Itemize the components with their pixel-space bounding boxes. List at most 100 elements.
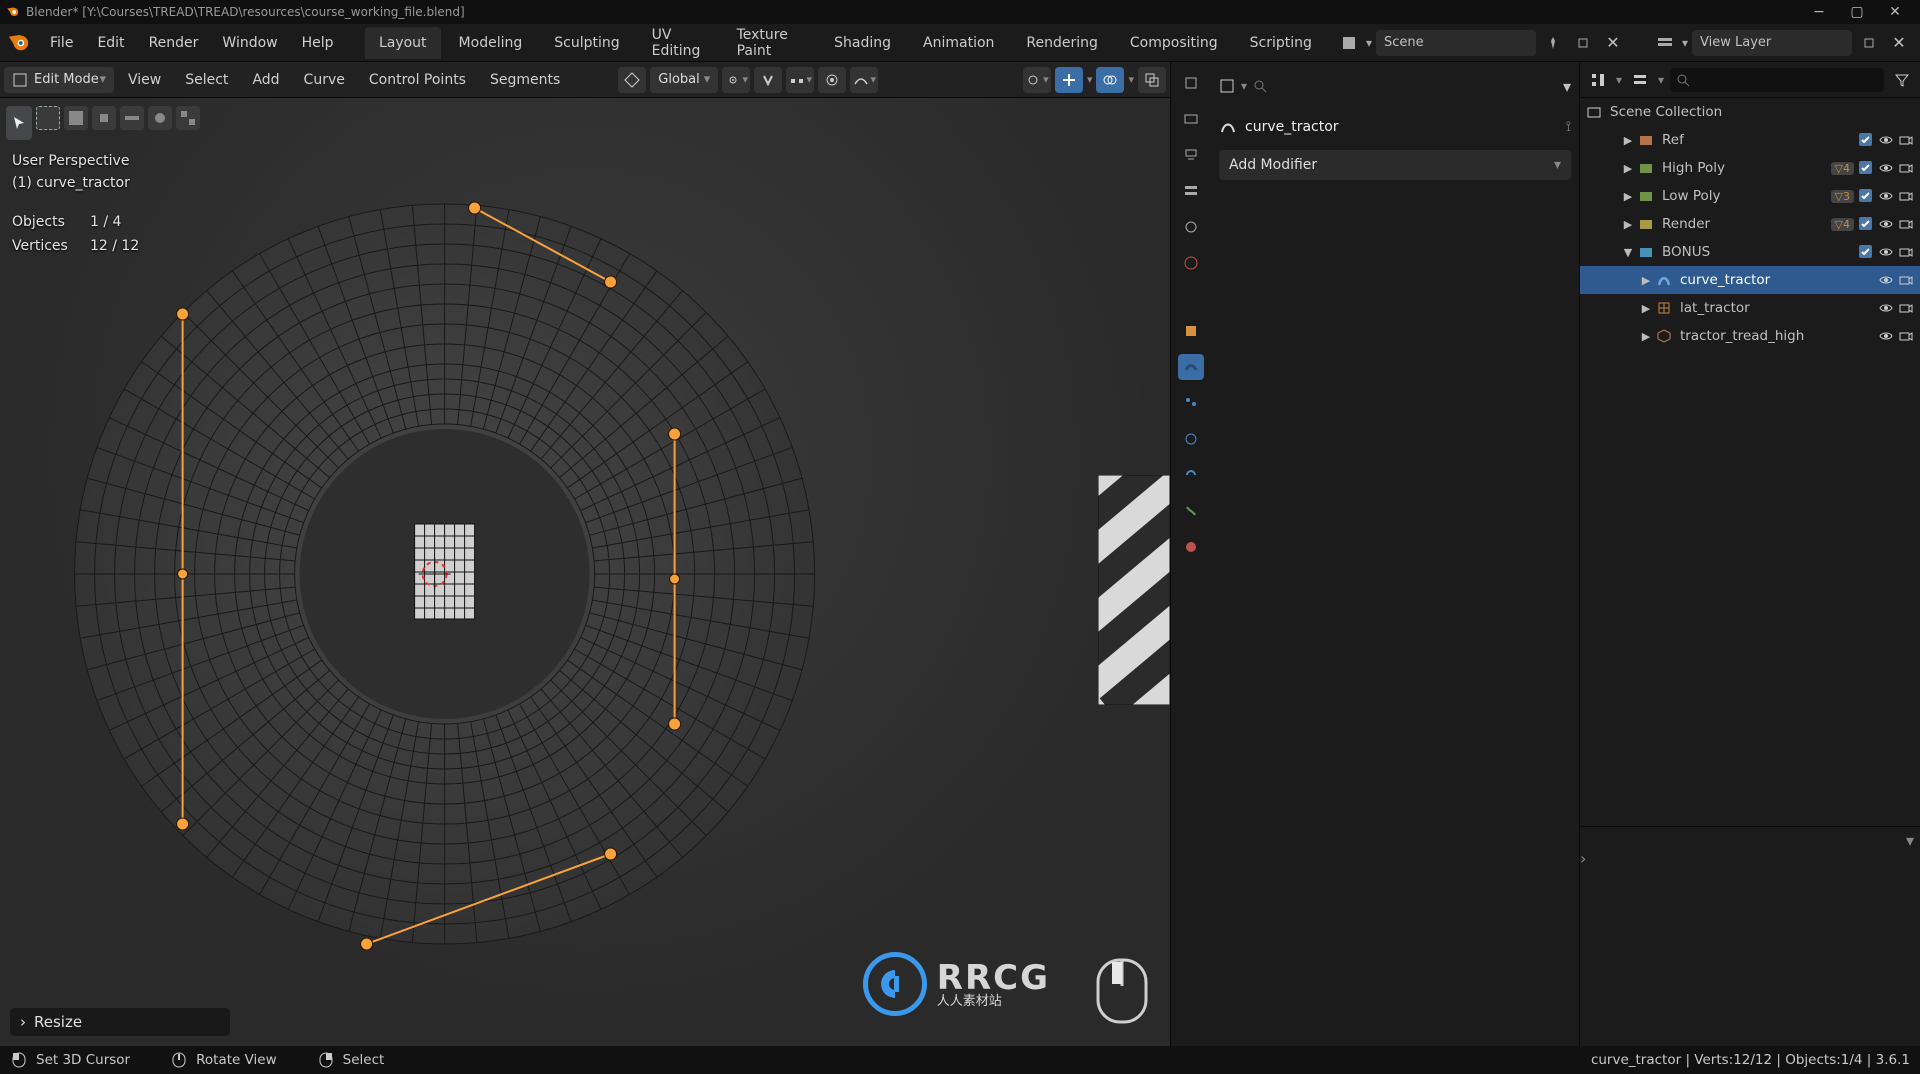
- prop-tab-physics-icon[interactable]: [1178, 426, 1204, 452]
- prop-tab-material-icon[interactable]: [1178, 534, 1204, 560]
- window-minimize-button[interactable]: −: [1800, 0, 1838, 24]
- viewlayer-name-field[interactable]: View Layer: [1692, 30, 1852, 56]
- scene-new-icon[interactable]: [1570, 30, 1596, 56]
- workspace-tab-modeling[interactable]: Modeling: [445, 27, 537, 59]
- visibility-eye-icon[interactable]: [1878, 216, 1894, 232]
- outliner-item-lat_tractor[interactable]: ▶ lat_tractor: [1580, 294, 1920, 322]
- workspace-tab-texture-paint[interactable]: Texture Paint: [723, 27, 817, 59]
- menu-edit[interactable]: Edit: [85, 24, 136, 62]
- transform-orientation-dropdown[interactable]: Global▾: [650, 67, 718, 93]
- workspace-tab-layout[interactable]: Layout: [365, 27, 441, 59]
- prop-tab-output-icon[interactable]: [1178, 142, 1204, 168]
- prop-tab-viewlayer-icon[interactable]: [1178, 178, 1204, 204]
- prop-tab-object-icon[interactable]: [1178, 318, 1204, 344]
- render-visibility-icon[interactable]: [1898, 244, 1914, 260]
- last-operator-panel[interactable]: › Resize: [10, 1008, 230, 1036]
- workspace-tab-scripting[interactable]: Scripting: [1236, 27, 1326, 59]
- scene-name-field[interactable]: Scene: [1376, 30, 1536, 56]
- prop-tab-modifier-icon[interactable]: [1178, 354, 1204, 380]
- visibility-eye-icon[interactable]: [1878, 300, 1894, 316]
- select-mode-2-icon[interactable]: [92, 106, 116, 130]
- outliner-display-mode-icon[interactable]: [1628, 68, 1652, 92]
- workspace-tab-shading[interactable]: Shading: [820, 27, 905, 59]
- outliner-item-tractor_tread_high[interactable]: ▶ tractor_tread_high: [1580, 322, 1920, 350]
- disclosure-icon[interactable]: ▶: [1640, 274, 1652, 287]
- proportional-edit-icon[interactable]: [818, 67, 846, 93]
- prop-tab-particles-icon[interactable]: [1178, 390, 1204, 416]
- disclosure-icon[interactable]: ▼: [1622, 246, 1634, 259]
- disclosure-icon[interactable]: ▶: [1640, 302, 1652, 315]
- scene-pin-icon[interactable]: [1540, 30, 1566, 56]
- prop-tab-data-icon[interactable]: [1178, 498, 1204, 524]
- render-visibility-icon[interactable]: [1898, 272, 1914, 288]
- menu-file[interactable]: File: [38, 24, 85, 62]
- xray-toggle-icon[interactable]: [1138, 67, 1166, 93]
- pivot-dropdown-icon[interactable]: ▾: [722, 67, 750, 93]
- outliner-filter-icon[interactable]: [1890, 68, 1914, 92]
- select-tool-icon[interactable]: [36, 106, 60, 130]
- expand-handle-icon[interactable]: ›: [1580, 849, 1586, 868]
- render-visibility-icon[interactable]: [1898, 132, 1914, 148]
- viewport-menu-segments[interactable]: Segments: [480, 62, 570, 98]
- viewport-menu-view[interactable]: View: [118, 62, 171, 98]
- tool-cursor[interactable]: [6, 106, 32, 140]
- scene-browse-icon[interactable]: [1336, 30, 1362, 56]
- prop-tab-tool-icon[interactable]: [1178, 70, 1204, 96]
- render-visibility-icon[interactable]: [1898, 328, 1914, 344]
- proportional-falloff-icon[interactable]: ▾: [850, 67, 878, 93]
- prop-tab-scene-icon[interactable]: [1178, 214, 1204, 240]
- prop-tab-render-icon[interactable]: [1178, 106, 1204, 132]
- snap-toggle-icon[interactable]: [754, 67, 782, 93]
- viewport-menu-add[interactable]: Add: [242, 62, 289, 98]
- outliner-tree[interactable]: Scene Collection ▶ Ref ▶ High Poly ▽4: [1580, 98, 1920, 826]
- render-visibility-icon[interactable]: [1898, 300, 1914, 316]
- viewlayer-browse-icon[interactable]: [1652, 30, 1678, 56]
- mode-dropdown[interactable]: Edit Mode ▾: [4, 67, 114, 93]
- snap-type-icon[interactable]: ▾: [786, 67, 814, 93]
- viewlayer-delete-icon[interactable]: ✕: [1886, 30, 1912, 56]
- menu-render[interactable]: Render: [137, 24, 211, 62]
- visibility-dropdown-icon[interactable]: ▾: [1023, 67, 1051, 93]
- select-mode-1-icon[interactable]: [64, 106, 88, 130]
- render-visibility-icon[interactable]: [1898, 160, 1914, 176]
- outliner-search[interactable]: [1670, 68, 1884, 92]
- menu-window[interactable]: Window: [210, 24, 289, 62]
- select-mode-4-icon[interactable]: [148, 106, 172, 130]
- outliner-item-ref[interactable]: ▶ Ref: [1580, 126, 1920, 154]
- visibility-eye-icon[interactable]: [1878, 132, 1894, 148]
- orientation-icon[interactable]: [618, 67, 646, 93]
- viewport-menu-select[interactable]: Select: [175, 62, 238, 98]
- disclosure-icon[interactable]: ▶: [1640, 330, 1652, 343]
- pin-icon[interactable]: ⟟: [1566, 119, 1571, 135]
- 3d-viewport[interactable]: Edit Mode ▾ View Select Add Curve Contro…: [0, 62, 1170, 1046]
- outliner-item-curve_tractor[interactable]: ▶ curve_tractor: [1580, 266, 1920, 294]
- disclosure-icon[interactable]: ▶: [1622, 190, 1634, 203]
- workspace-tab-compositing[interactable]: Compositing: [1116, 27, 1232, 59]
- outliner-editor-icon[interactable]: [1586, 68, 1610, 92]
- scene-delete-icon[interactable]: ✕: [1600, 30, 1626, 56]
- select-mode-3-icon[interactable]: [120, 106, 144, 130]
- visibility-eye-icon[interactable]: [1878, 244, 1894, 260]
- editor-type-icon[interactable]: [1219, 78, 1235, 94]
- disclosure-icon[interactable]: ▶: [1622, 162, 1634, 175]
- select-mode-5-icon[interactable]: [176, 106, 200, 130]
- disclosure-icon[interactable]: ▶: [1622, 134, 1634, 147]
- gizmo-toggle-icon[interactable]: [1055, 67, 1083, 93]
- prop-tab-world-icon[interactable]: [1178, 250, 1204, 276]
- overlays-toggle-icon[interactable]: [1096, 67, 1124, 93]
- workspace-tab-uv[interactable]: UV Editing: [638, 27, 719, 59]
- workspace-tab-sculpting[interactable]: Sculpting: [540, 27, 633, 59]
- viewlayer-new-icon[interactable]: [1856, 30, 1882, 56]
- viewport-menu-control-points[interactable]: Control Points: [359, 62, 476, 98]
- outliner-root[interactable]: Scene Collection: [1580, 98, 1920, 126]
- viewport-menu-curve[interactable]: Curve: [294, 62, 355, 98]
- visibility-eye-icon[interactable]: [1878, 328, 1894, 344]
- workspace-tab-rendering[interactable]: Rendering: [1012, 27, 1112, 59]
- outliner-item-high-poly[interactable]: ▶ High Poly ▽4: [1580, 154, 1920, 182]
- outliner-item-bonus[interactable]: ▼ BONUS: [1580, 238, 1920, 266]
- render-visibility-icon[interactable]: [1898, 188, 1914, 204]
- add-modifier-dropdown[interactable]: Add Modifier ▾: [1219, 150, 1571, 180]
- visibility-eye-icon[interactable]: [1878, 160, 1894, 176]
- window-maximize-button[interactable]: ▢: [1838, 0, 1876, 24]
- menu-help[interactable]: Help: [290, 24, 346, 62]
